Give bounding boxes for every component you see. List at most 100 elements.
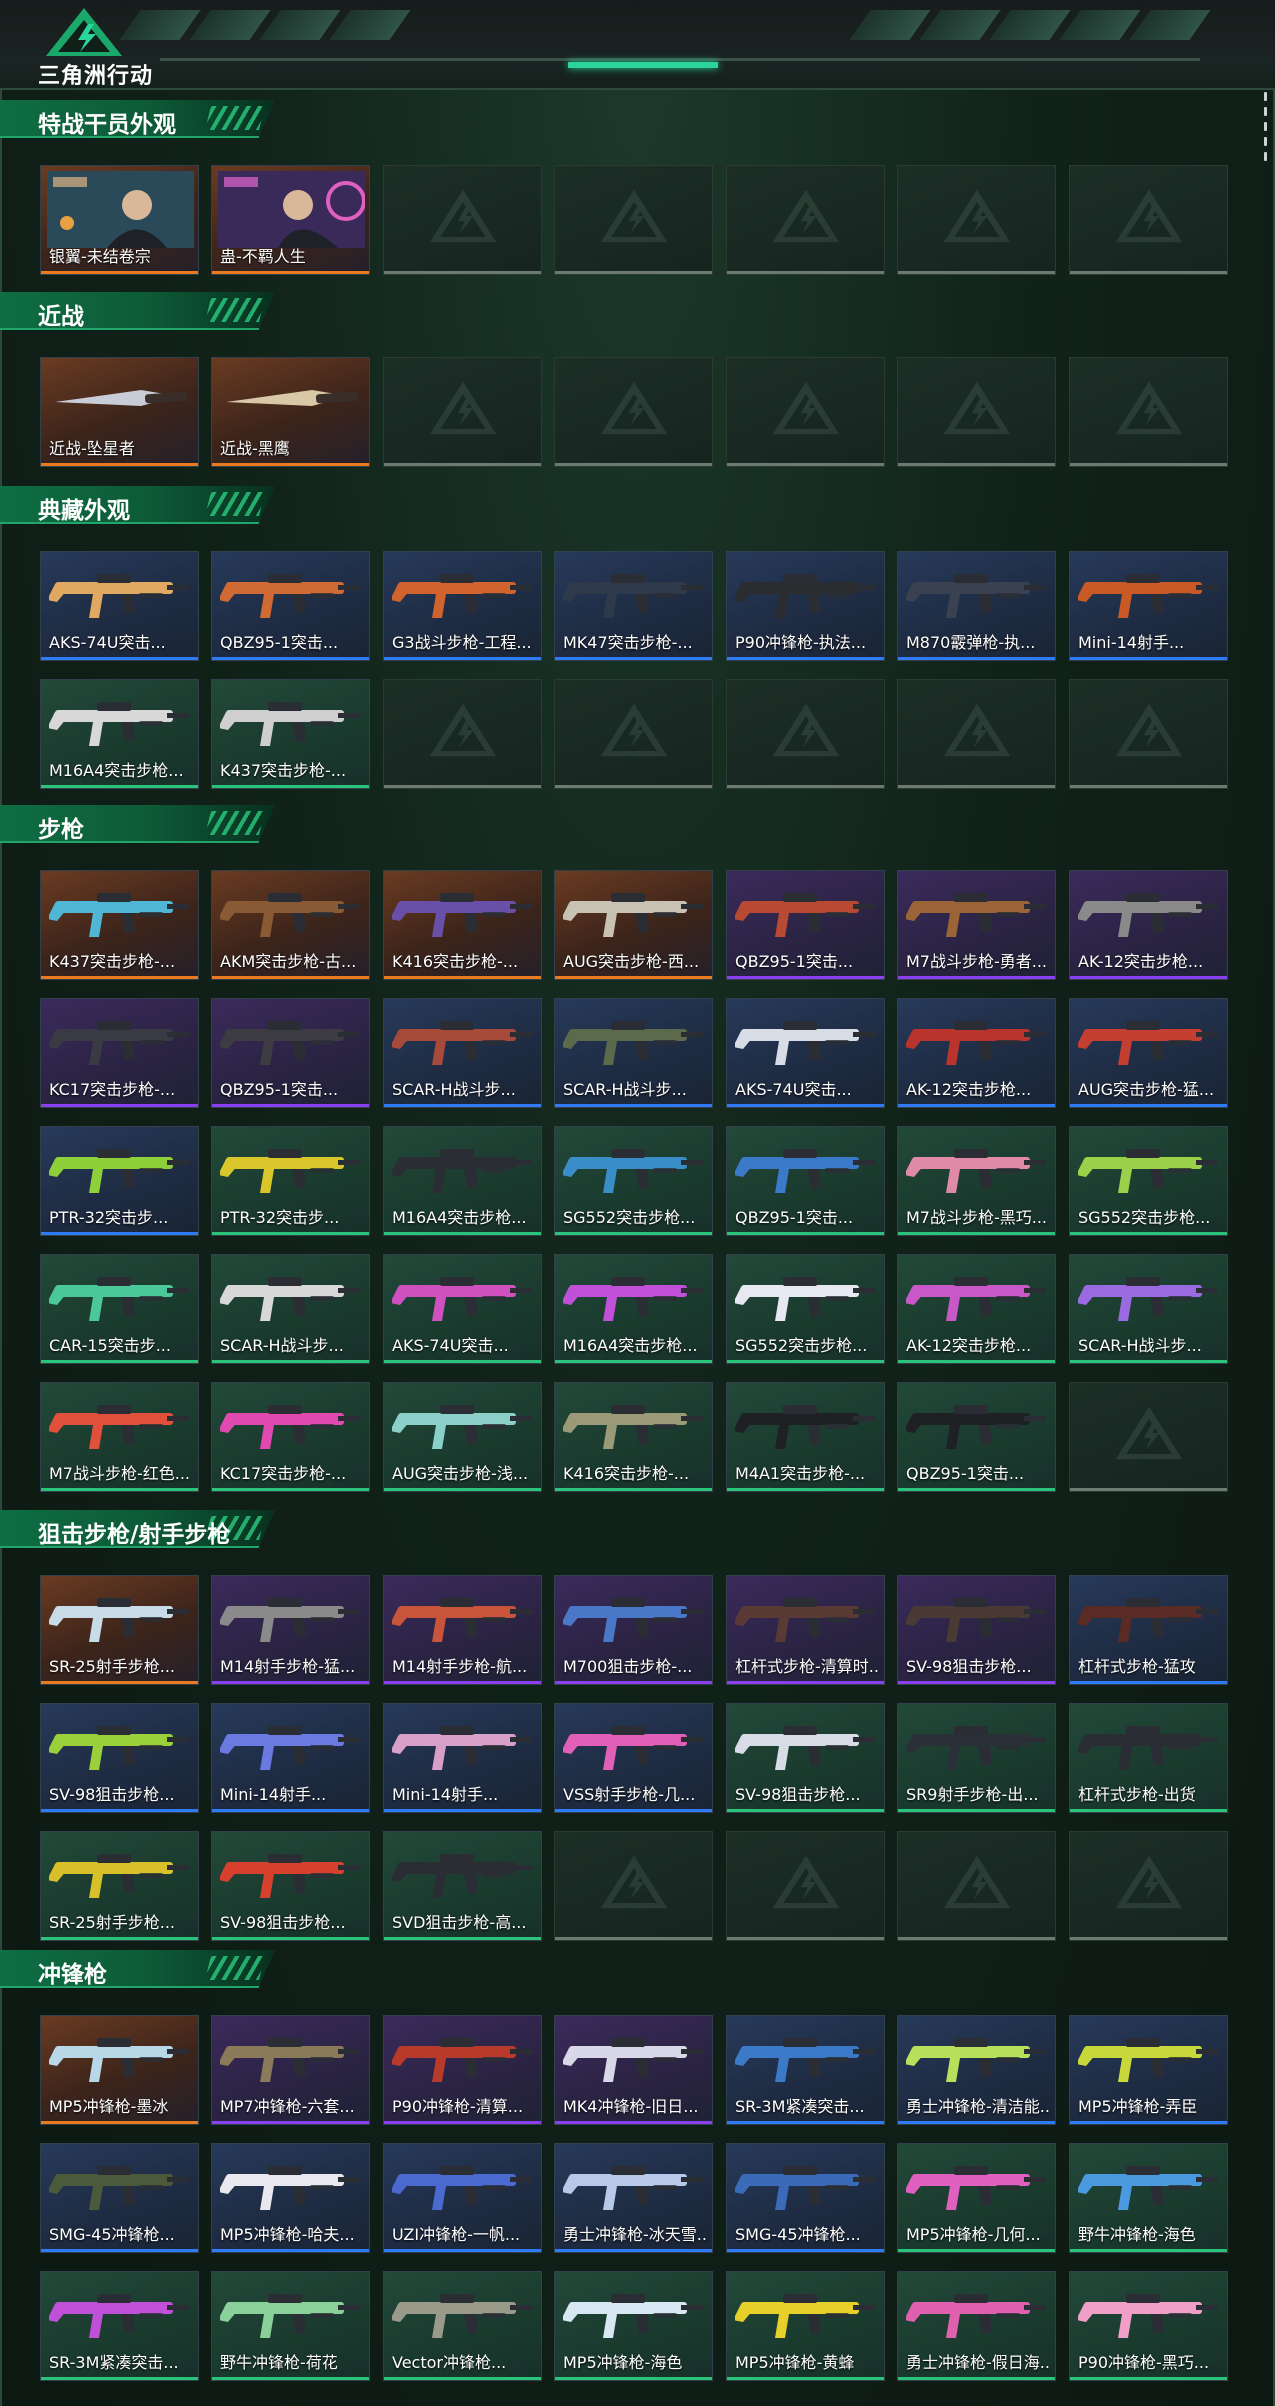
skin-card[interactable]: P90冲锋枪-黑巧...: [1069, 2271, 1228, 2381]
skin-card[interactable]: SMG-45冲锋枪...: [40, 2143, 199, 2253]
skin-card[interactable]: KC17突击步枪-...: [211, 1382, 370, 1492]
skin-card[interactable]: SV-98狙击步枪...: [40, 1703, 199, 1813]
empty-slot: [1069, 1382, 1228, 1492]
skin-name: VSS射手步枪-几...: [563, 1785, 696, 1804]
skin-card[interactable]: MK4冲锋枪-旧日...: [554, 2015, 713, 2125]
skin-card[interactable]: MP5冲锋枪-哈夫...: [211, 2143, 370, 2253]
skin-card[interactable]: 野牛冲锋枪-荷花: [211, 2271, 370, 2381]
skin-card[interactable]: SVD狙击步枪-高...: [383, 1831, 542, 1941]
skin-card[interactable]: K416突击步枪-...: [383, 870, 542, 980]
skin-name: SV-98狙击步枪...: [49, 1785, 175, 1804]
skin-card[interactable]: 野牛冲锋枪-海色: [1069, 2143, 1228, 2253]
skin-card[interactable]: QBZ95-1突击...: [211, 998, 370, 1108]
skin-card[interactable]: 近战-黑鹰: [211, 357, 370, 467]
skin-name: SVD狙击步枪-高...: [392, 1913, 527, 1932]
skin-card[interactable]: AKS-74U突击...: [726, 998, 885, 1108]
skin-card[interactable]: AUG突击步枪-猛...: [1069, 998, 1228, 1108]
skin-card[interactable]: M7战斗步枪-勇者...: [897, 870, 1056, 980]
empty-slot: [554, 165, 713, 275]
skin-card[interactable]: M870霰弹枪-执...: [897, 551, 1056, 661]
skin-card[interactable]: P90冲锋枪-执法...: [726, 551, 885, 661]
skin-card[interactable]: K437突击步枪-...: [40, 870, 199, 980]
skin-card[interactable]: SG552突击步枪...: [554, 1126, 713, 1236]
skin-name: MP5冲锋枪-哈夫...: [220, 2225, 355, 2244]
skin-card[interactable]: CAR-15突击步...: [40, 1254, 199, 1364]
skin-card[interactable]: M16A4突击步枪...: [40, 679, 199, 789]
skin-card[interactable]: SR-25射手步枪...: [40, 1831, 199, 1941]
skin-card[interactable]: 银翼-未结卷宗: [40, 165, 199, 275]
skin-card[interactable]: M700狙击步枪-...: [554, 1575, 713, 1685]
skin-card[interactable]: M14射手步枪-航...: [383, 1575, 542, 1685]
skin-card[interactable]: UZI冲锋枪-一帆...: [383, 2143, 542, 2253]
rarity-bar: [727, 2377, 884, 2380]
skin-card[interactable]: PTR-32突击步...: [40, 1126, 199, 1236]
skin-card[interactable]: M16A4突击步枪...: [554, 1254, 713, 1364]
skin-card[interactable]: M4A1突击步枪-...: [726, 1382, 885, 1492]
skin-card[interactable]: KC17突击步枪-...: [40, 998, 199, 1108]
empty-slot: [897, 1831, 1056, 1941]
empty-slot: [726, 679, 885, 789]
skin-card[interactable]: PTR-32突击步...: [211, 1126, 370, 1236]
skin-card[interactable]: M7战斗步枪-黑巧...: [897, 1126, 1056, 1236]
skin-card[interactable]: 杠杆式步枪-出货: [1069, 1703, 1228, 1813]
skin-card[interactable]: SV-98狙击步枪...: [897, 1575, 1056, 1685]
skin-card[interactable]: SCAR-H战斗步...: [1069, 1254, 1228, 1364]
skin-card[interactable]: 近战-坠星者: [40, 357, 199, 467]
skin-card[interactable]: 杠杆式步枪-猛攻: [1069, 1575, 1228, 1685]
skin-card[interactable]: VSS射手步枪-几...: [554, 1703, 713, 1813]
skin-card[interactable]: QBZ95-1突击...: [897, 1382, 1056, 1492]
skin-card[interactable]: SR9射手步枪-出...: [897, 1703, 1056, 1813]
skin-card[interactable]: SCAR-H战斗步...: [211, 1254, 370, 1364]
skin-card[interactable]: SCAR-H战斗步...: [554, 998, 713, 1108]
skin-card[interactable]: Mini-14射手...: [1069, 551, 1228, 661]
skin-card[interactable]: P90冲锋枪-清算...: [383, 2015, 542, 2125]
skin-card[interactable]: AUG突击步枪-西...: [554, 870, 713, 980]
skin-card[interactable]: AK-12突击步枪...: [897, 1254, 1056, 1364]
rarity-bar: [555, 2121, 712, 2124]
skin-card[interactable]: AK-12突击步枪...: [1069, 870, 1228, 980]
skin-card[interactable]: M7战斗步枪-红色...: [40, 1382, 199, 1492]
skin-card[interactable]: 勇士冲锋枪-清洁能...: [897, 2015, 1056, 2125]
scrollbar[interactable]: [1261, 92, 1269, 168]
skin-card[interactable]: QBZ95-1突击...: [726, 1126, 885, 1236]
skin-card[interactable]: SG552突击步枪...: [726, 1254, 885, 1364]
skin-card[interactable]: K437突击步枪-...: [211, 679, 370, 789]
skin-card[interactable]: SR-25射手步枪...: [40, 1575, 199, 1685]
skin-card[interactable]: M14射手步枪-猛...: [211, 1575, 370, 1685]
skin-card[interactable]: SMG-45冲锋枪...: [726, 2143, 885, 2253]
skin-card[interactable]: SR-3M紧凑突击...: [726, 2015, 885, 2125]
skin-card[interactable]: AUG突击步枪-浅...: [383, 1382, 542, 1492]
skin-name: AKS-74U突击...: [392, 1336, 509, 1355]
skin-card[interactable]: MP7冲锋枪-六套...: [211, 2015, 370, 2125]
skin-card[interactable]: 勇士冲锋枪-假日海...: [897, 2271, 1056, 2381]
skin-card[interactable]: SV-98狙击步枪...: [211, 1831, 370, 1941]
skin-card[interactable]: SV-98狙击步枪...: [726, 1703, 885, 1813]
skin-card[interactable]: MP5冲锋枪-黄蜂: [726, 2271, 885, 2381]
skin-card[interactable]: 蛊-不羁人生: [211, 165, 370, 275]
skin-card[interactable]: G3战斗步枪-工程...: [383, 551, 542, 661]
skin-card[interactable]: MP5冲锋枪-弄臣: [1069, 2015, 1228, 2125]
skin-card[interactable]: SCAR-H战斗步...: [383, 998, 542, 1108]
skin-card[interactable]: AKS-74U突击...: [383, 1254, 542, 1364]
skin-card[interactable]: Mini-14射手...: [211, 1703, 370, 1813]
skin-card[interactable]: M16A4突击步枪...: [383, 1126, 542, 1236]
skin-card[interactable]: QBZ95-1突击...: [726, 870, 885, 980]
skin-card[interactable]: 杠杆式步枪-清算时...: [726, 1575, 885, 1685]
skin-card[interactable]: K416突击步枪-...: [554, 1382, 713, 1492]
skin-card[interactable]: QBZ95-1突击...: [211, 551, 370, 661]
skin-card[interactable]: MP5冲锋枪-几何...: [897, 2143, 1056, 2253]
skin-card[interactable]: MK47突击步枪-...: [554, 551, 713, 661]
skin-card[interactable]: SR-3M紧凑突击...: [40, 2271, 199, 2381]
skin-card[interactable]: MP5冲锋枪-墨冰: [40, 2015, 199, 2125]
skin-card[interactable]: MP5冲锋枪-海色: [554, 2271, 713, 2381]
skin-name: UZI冲锋枪-一帆...: [392, 2225, 521, 2244]
skin-card[interactable]: 勇士冲锋枪-冰天雪...: [554, 2143, 713, 2253]
skin-card[interactable]: AKS-74U突击...: [40, 551, 199, 661]
skin-card[interactable]: Mini-14射手...: [383, 1703, 542, 1813]
rarity-bar: [555, 1681, 712, 1684]
skin-name: SV-98狙击步枪...: [220, 1913, 346, 1932]
skin-card[interactable]: Vector冲锋枪...: [383, 2271, 542, 2381]
skin-card[interactable]: SG552突击步枪...: [1069, 1126, 1228, 1236]
skin-card[interactable]: AKM突击步枪-古...: [211, 870, 370, 980]
skin-card[interactable]: AK-12突击步枪...: [897, 998, 1056, 1108]
